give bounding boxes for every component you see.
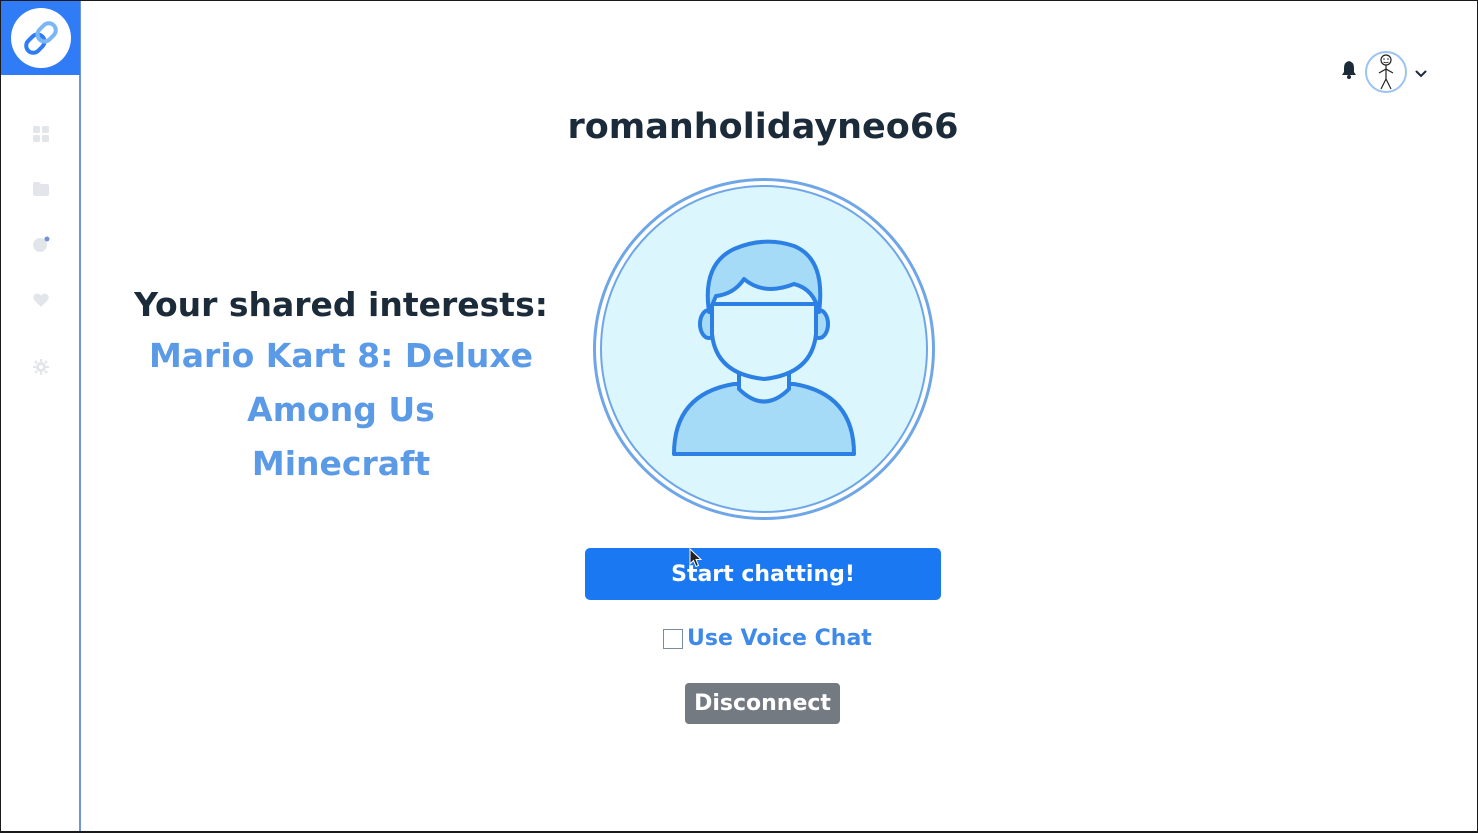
profile-picture xyxy=(593,178,935,520)
match-username: romanholidayneo66 xyxy=(567,107,959,147)
chat-notification-icon[interactable] xyxy=(31,234,51,254)
sidebar xyxy=(1,1,81,831)
app-logo[interactable] xyxy=(1,1,80,75)
disconnect-button[interactable]: Disconnect xyxy=(685,683,840,724)
app-window: romanholidayneo66 Your shared interests:… xyxy=(1,1,1477,831)
link-chain-icon xyxy=(10,8,71,68)
user-header xyxy=(1341,51,1427,93)
gear-icon[interactable] xyxy=(31,357,51,377)
bell-icon[interactable] xyxy=(1341,61,1357,83)
voice-chat-label[interactable]: Use Voice Chat xyxy=(687,626,872,651)
folder-icon[interactable] xyxy=(31,179,51,199)
interest-item: Minecraft xyxy=(251,444,431,483)
dashboard-grid-icon[interactable] xyxy=(31,124,51,144)
start-chatting-button[interactable]: Start chatting! xyxy=(585,548,941,600)
default-user-icon xyxy=(600,185,928,513)
interests-heading: Your shared interests: xyxy=(134,285,548,324)
interest-item: Among Us xyxy=(247,390,435,429)
heart-icon[interactable] xyxy=(31,290,51,310)
shared-interests: Your shared interests: Mario Kart 8: Del… xyxy=(111,281,571,491)
avatar[interactable] xyxy=(1365,51,1407,93)
mouse-cursor-icon xyxy=(689,547,703,572)
voice-chat-option[interactable]: Use Voice Chat xyxy=(663,626,872,651)
chevron-down-icon[interactable] xyxy=(1415,63,1427,82)
voice-chat-checkbox[interactable] xyxy=(663,628,683,649)
interest-item: Mario Kart 8: Deluxe xyxy=(148,336,534,375)
